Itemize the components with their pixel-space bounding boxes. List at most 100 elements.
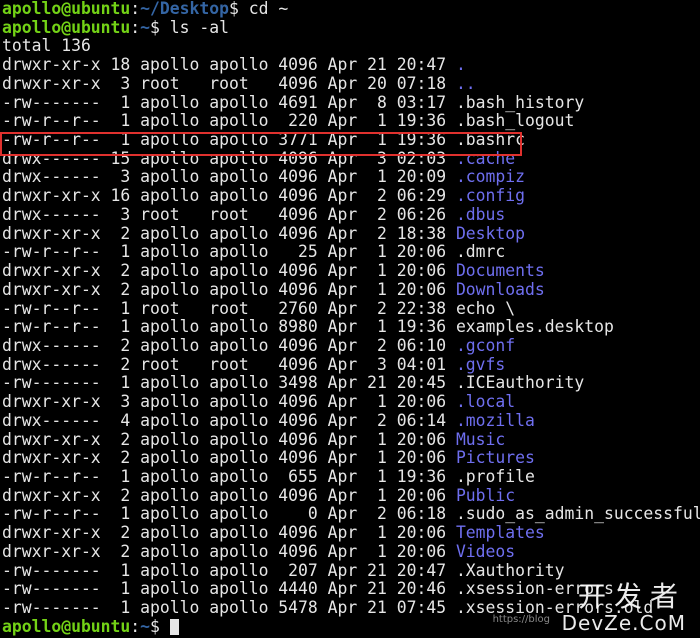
- entry-details: drwxr-xr-x 2 apollo apollo 4096 Apr 1 20…: [2, 279, 456, 299]
- listing-row: -rw-r--r-- 1 apollo apollo 0 Apr 2 06:18…: [2, 505, 700, 524]
- entry-details: drwxr-xr-x 2 apollo apollo 4096 Apr 1 20…: [2, 448, 456, 468]
- entry-details: drwx------ 2 root root 4096 Apr 3 04:01: [2, 354, 456, 374]
- entry-details: drwx------ 3 apollo apollo 4096 Apr 1 20…: [2, 167, 456, 187]
- listing-row: drwxr-xr-x 2 apollo apollo 4096 Apr 1 20…: [2, 541, 700, 562]
- listing-row: drwx------ 2 apollo apollo 4096 Apr 2 06…: [2, 335, 700, 356]
- entry-name: .local: [455, 392, 516, 412]
- entry-name: .bashrc: [455, 130, 526, 150]
- prompt-user-host: apollo@ubuntu: [2, 616, 131, 636]
- entry-name: Videos: [455, 541, 516, 561]
- entry-name: .gconf: [455, 335, 516, 355]
- entry-name: .compiz: [455, 167, 526, 187]
- entry-name: .profile: [455, 466, 535, 486]
- listing-row: drwxr-xr-x 2 apollo apollo 4096 Apr 1 20…: [2, 429, 700, 450]
- prompt-line-2: apollo@ubuntu:~$ ls -al: [2, 17, 700, 38]
- prompt-user-host: apollo@ubuntu: [2, 0, 131, 18]
- text-cursor: [169, 618, 179, 635]
- entry-details: drwxr-xr-x 2 apollo apollo 4096 Apr 1 20…: [2, 261, 456, 281]
- listing-row: drwx------ 2 root root 4096 Apr 3 04:01 …: [2, 354, 700, 375]
- listing-row-highlighted: -rw-r--r-- 1 apollo apollo 3771 Apr 1 19…: [2, 130, 700, 150]
- terminal-window[interactable]: apollo@ubuntu:~/Desktop$ cd ~ apollo@ubu…: [0, 0, 700, 638]
- entry-name: .mozilla: [455, 410, 535, 430]
- watermark-cn-text: 开发者: [577, 580, 686, 613]
- prompt-colon: :: [130, 616, 141, 636]
- entry-details: drwxr-xr-x 2 apollo apollo 4096 Apr 2 18…: [2, 223, 456, 243]
- prompt-line-1: apollo@ubuntu:~/Desktop$ cd ~: [2, 0, 700, 19]
- watermark-logo: 开发者 DevZe.CoM: [561, 580, 686, 635]
- entry-name: .: [455, 55, 466, 75]
- entry-details: -rw-r--r-- 1 root root 2760 Apr 2 22:38: [2, 298, 456, 318]
- watermark-en-text: DevZe.CoM: [561, 611, 686, 635]
- listing-row: -rw------- 1 apollo apollo 4691 Apr 8 03…: [2, 92, 700, 113]
- entry-name: Documents: [455, 261, 545, 281]
- listing-row: drwxr-xr-x 2 apollo apollo 4096 Apr 1 20…: [2, 523, 700, 543]
- prompt-path: ~: [140, 17, 151, 37]
- listing-row: -rw------- 1 apollo apollo 207 Apr 21 20…: [2, 560, 700, 581]
- listing-row: drwxr-xr-x 2 apollo apollo 4096 Apr 1 20…: [2, 485, 700, 506]
- entry-details: -rw------- 1 apollo apollo 5478 Apr 21 0…: [2, 598, 456, 617]
- entry-name: .bash_history: [455, 92, 585, 112]
- listing: drwxr-xr-x 18 apollo apollo 4096 Apr 21 …: [2, 55, 700, 618]
- listing-row: -rw-r--r-- 1 root root 2760 Apr 2 22:38 …: [2, 298, 700, 319]
- entry-details: drwx------ 4 apollo apollo 4096 Apr 2 06…: [2, 410, 456, 430]
- entry-details: drwxr-xr-x 2 apollo apollo 4096 Apr 1 20…: [2, 429, 456, 449]
- command-text: cd ~: [248, 0, 289, 18]
- entry-name: .config: [455, 186, 526, 206]
- listing-row: drwxr-xr-x 2 apollo apollo 4096 Apr 1 20…: [2, 448, 700, 468]
- prompt-symbol: $: [150, 17, 170, 37]
- listing-row: drwx------ 3 apollo apollo 4096 Apr 1 20…: [2, 168, 700, 187]
- entry-details: -rw------- 1 apollo apollo 3498 Apr 21 2…: [2, 373, 456, 393]
- listing-row: drwx------ 4 apollo apollo 4096 Apr 2 06…: [2, 410, 700, 431]
- entry-name: ..: [455, 73, 476, 93]
- prompt-colon: :: [130, 17, 141, 37]
- entry-details: drwxr-xr-x 2 apollo apollo 4096 Apr 1 20…: [2, 523, 456, 543]
- entry-details: drwxr-xr-x 2 apollo apollo 4096 Apr 1 20…: [2, 485, 456, 505]
- total-line: total 136: [2, 36, 91, 56]
- listing-row: drwx------ 15 apollo apollo 4096 Apr 3 0…: [2, 148, 700, 169]
- prompt-symbol: $: [228, 0, 249, 18]
- listing-row: drwxr-xr-x 2 apollo apollo 4096 Apr 1 20…: [2, 261, 700, 281]
- entry-details: -rw-r--r-- 1 apollo apollo 655 Apr 1 19:…: [2, 466, 456, 486]
- entry-name: .bash_logout: [455, 111, 575, 131]
- entry-name: examples.desktop: [455, 317, 614, 337]
- entry-details: -rw-r--r-- 1 apollo apollo 3771 Apr 1 19…: [2, 130, 456, 150]
- listing-row: -rw-r--r-- 1 apollo apollo 655 Apr 1 19:…: [2, 466, 700, 487]
- prompt-user-host: apollo@ubuntu: [2, 17, 131, 37]
- entry-name: echo \: [455, 298, 516, 318]
- entry-details: drwxr-xr-x 18 apollo apollo 4096 Apr 21 …: [2, 55, 456, 75]
- listing-row: drwxr-xr-x 16 apollo apollo 4096 Apr 2 0…: [2, 186, 700, 206]
- entry-details: drwxr-xr-x 3 apollo apollo 4096 Apr 1 20…: [2, 392, 456, 412]
- listing-row: -rw------- 1 apollo apollo 3498 Apr 21 2…: [2, 374, 700, 393]
- entry-details: drwx------ 2 apollo apollo 4096 Apr 2 06…: [2, 335, 456, 355]
- entry-details: -rw-r--r-- 1 apollo apollo 25 Apr 1 20:0…: [2, 242, 456, 262]
- listing-row: drwxr-xr-x 2 apollo apollo 4096 Apr 2 18…: [2, 223, 700, 244]
- prompt-symbol: $: [150, 616, 170, 636]
- command-text: ls -al: [169, 17, 230, 37]
- entry-name: Downloads: [455, 279, 545, 299]
- entry-name: .sudo_as_admin_successful: [455, 504, 700, 524]
- entry-name: Pictures: [455, 448, 535, 468]
- entry-name: Templates: [455, 523, 545, 543]
- entry-name: Public: [455, 485, 516, 505]
- listing-row: drwxr-xr-x 3 apollo apollo 4096 Apr 1 20…: [2, 392, 700, 412]
- entry-details: -rw-r--r-- 1 apollo apollo 220 Apr 1 19:…: [2, 111, 456, 131]
- entry-details: -rw-r--r-- 1 apollo apollo 8980 Apr 1 19…: [2, 317, 456, 337]
- listing-row: drwxr-xr-x 2 apollo apollo 4096 Apr 1 20…: [2, 279, 700, 300]
- prompt-colon: :: [130, 0, 141, 18]
- entry-name: .Xauthority: [455, 560, 565, 580]
- entry-name: .dmrc: [455, 242, 506, 262]
- entry-name: Desktop: [455, 223, 526, 243]
- listing-row: drwx------ 3 root root 4096 Apr 2 06:26 …: [2, 204, 700, 225]
- entry-name: .cache: [455, 148, 516, 168]
- listing-row: -rw-r--r-- 1 apollo apollo 25 Apr 1 20:0…: [2, 242, 700, 262]
- watermark-url: https://blog: [492, 614, 550, 626]
- entry-details: drwx------ 3 root root 4096 Apr 2 06:26: [2, 204, 456, 224]
- entry-details: drwxr-xr-x 3 root root 4096 Apr 20 07:18: [2, 73, 456, 93]
- entry-name: .ICEauthority: [455, 373, 585, 393]
- entry-details: -rw------- 1 apollo apollo 4691 Apr 8 03…: [2, 92, 456, 112]
- entry-name: .dbus: [455, 204, 506, 224]
- listing-row: drwxr-xr-x 3 root root 4096 Apr 20 07:18…: [2, 73, 700, 94]
- entry-details: -rw------- 1 apollo apollo 207 Apr 21 20…: [2, 560, 456, 580]
- listing-row: drwxr-xr-x 18 apollo apollo 4096 Apr 21 …: [2, 55, 700, 75]
- listing-row: -rw-r--r-- 1 apollo apollo 220 Apr 1 19:…: [2, 111, 700, 131]
